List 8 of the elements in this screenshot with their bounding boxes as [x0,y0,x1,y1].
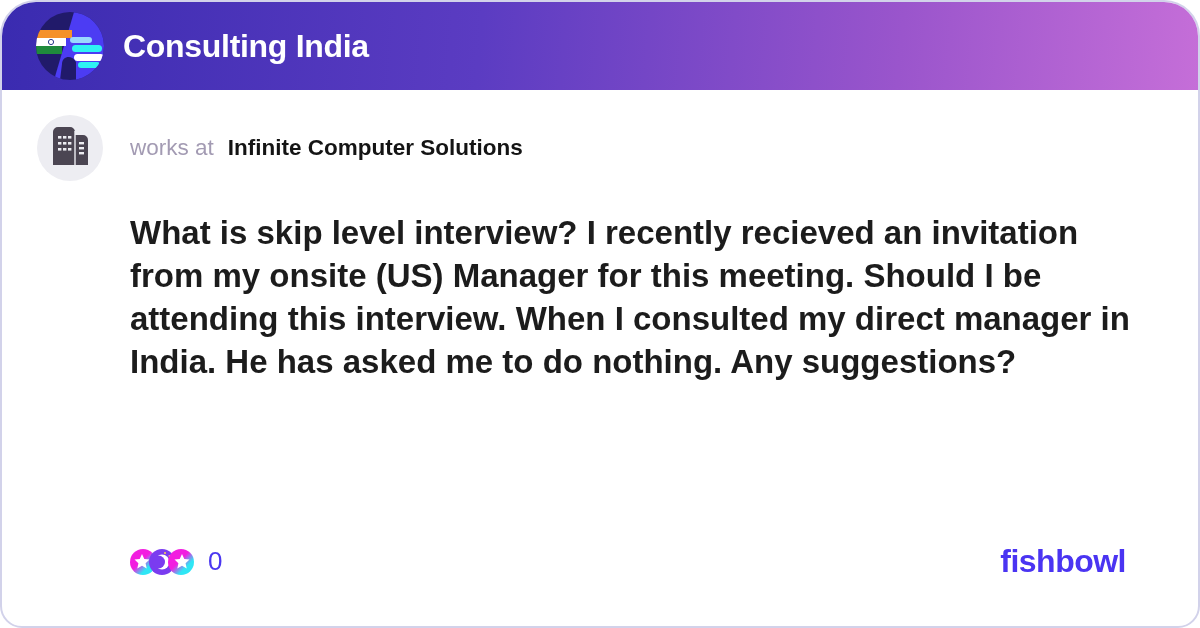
reaction-count: 0 [208,546,223,577]
group-name: Consulting India [123,27,369,65]
star-badge-icon [168,548,194,575]
brand-logo: fishbowl [1000,543,1126,580]
building-avatar-icon [37,115,103,181]
post-question: What is skip level interview? I recently recieved an invitation from my onsite (US) Manager for this meeting. Should I be attending this interview. When I consulted my direct manager in India. He has asked me to do nothing. Any suggestions? [130,213,1131,382]
company-name: Infinite Computer Solutions [227,135,523,161]
works-at-label: works at [130,135,214,161]
